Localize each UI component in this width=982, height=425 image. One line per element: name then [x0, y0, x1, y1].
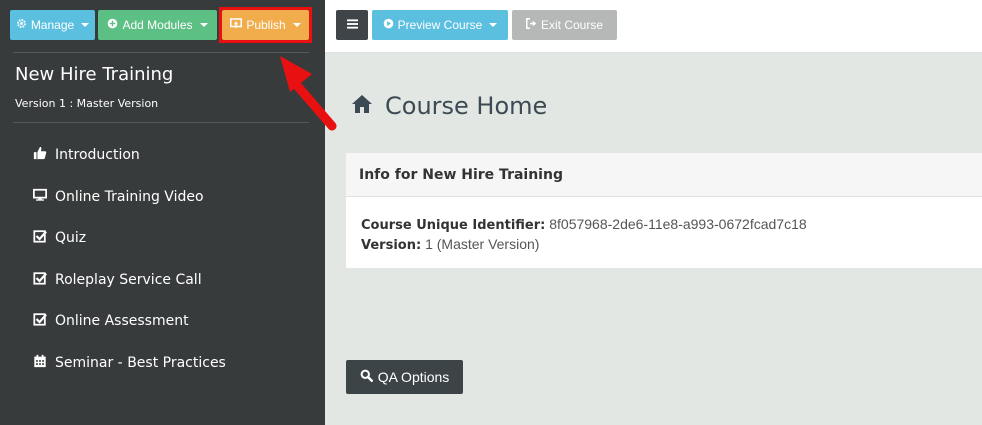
course-info-card: Info for New Hire Training Course Unique…	[346, 153, 982, 268]
play-circle-icon	[383, 18, 394, 32]
sidebar-item-roleplay-service-call[interactable]: Roleplay Service Call	[33, 265, 202, 295]
divider	[13, 52, 309, 53]
add-modules-label: Add Modules	[122, 18, 193, 32]
gear-icon	[16, 18, 27, 32]
page-title: Course Home	[351, 92, 547, 120]
calendar-icon	[33, 354, 47, 372]
identifier-value: 8f057968-2de6-11e8-a993-0672fcad7c18	[549, 216, 807, 232]
hamburger-icon	[346, 18, 358, 32]
publish-label: Publish	[246, 18, 286, 32]
version-label: Version:	[361, 238, 422, 253]
course-version: Version 1 : Master Version	[15, 97, 159, 110]
sidebar-item-introduction[interactable]: Introduction	[33, 140, 140, 170]
sign-out-icon	[525, 17, 537, 32]
sidebar-item-quiz[interactable]: Quiz	[33, 223, 86, 253]
top-toolbar: Preview Course Exit Course	[325, 0, 982, 53]
chevron-down-icon	[81, 23, 90, 27]
manage-label: Manage	[30, 18, 75, 32]
identifier-row: Course Unique Identifier: 8f057968-2de6-…	[361, 215, 807, 235]
identifier-label: Course Unique Identifier:	[361, 218, 546, 233]
divider	[13, 122, 309, 123]
sidebar-item-seminar-best-practices[interactable]: Seminar - Best Practices	[33, 348, 226, 378]
card-header: Info for New Hire Training	[346, 153, 982, 197]
preview-course-button[interactable]: Preview Course	[372, 10, 508, 40]
menu-toggle-button[interactable]	[336, 10, 368, 40]
page-title-text: Course Home	[385, 92, 548, 120]
version-row: Version: 1 (Master Version)	[361, 235, 807, 255]
qa-options-label: QA Options	[377, 369, 450, 385]
sidebar-item-online-training-video[interactable]: Online Training Video	[33, 182, 204, 212]
publish-button[interactable]: Publish	[222, 10, 309, 40]
exit-course-button[interactable]: Exit Course	[512, 10, 617, 40]
publish-icon	[230, 18, 243, 32]
qa-options-button[interactable]: QA Options	[346, 360, 463, 394]
sidebar-item-label: Introduction	[55, 147, 140, 163]
monitor-icon	[33, 188, 47, 206]
sidebar-item-online-assessment[interactable]: Online Assessment	[33, 306, 189, 336]
thumbs-up-icon	[33, 146, 47, 164]
sidebar-item-label: Online Training Video	[55, 189, 204, 205]
manage-button[interactable]: Manage	[10, 10, 95, 40]
sidebar-item-label: Seminar - Best Practices	[55, 355, 226, 371]
chevron-down-icon	[489, 23, 498, 27]
home-icon	[351, 92, 373, 120]
checkbox-icon	[33, 312, 47, 330]
card-body: Course Unique Identifier: 8f057968-2de6-…	[361, 215, 807, 255]
preview-course-label: Preview Course	[397, 18, 483, 32]
checkbox-icon	[33, 229, 47, 247]
search-icon	[360, 369, 373, 385]
annotation-arrow-icon	[280, 56, 337, 131]
plus-circle-icon	[107, 18, 118, 32]
sidebar-item-label: Online Assessment	[55, 313, 189, 329]
sidebar-item-label: Quiz	[55, 230, 87, 246]
course-title: New Hire Training	[15, 64, 174, 85]
chevron-down-icon	[292, 23, 301, 27]
version-value: 1 (Master Version)	[425, 236, 540, 252]
add-modules-button[interactable]: Add Modules	[98, 10, 217, 40]
checkbox-icon	[33, 271, 47, 289]
exit-course-label: Exit Course	[540, 18, 604, 32]
chevron-down-icon	[199, 23, 208, 27]
sidebar-item-label: Roleplay Service Call	[55, 272, 202, 288]
